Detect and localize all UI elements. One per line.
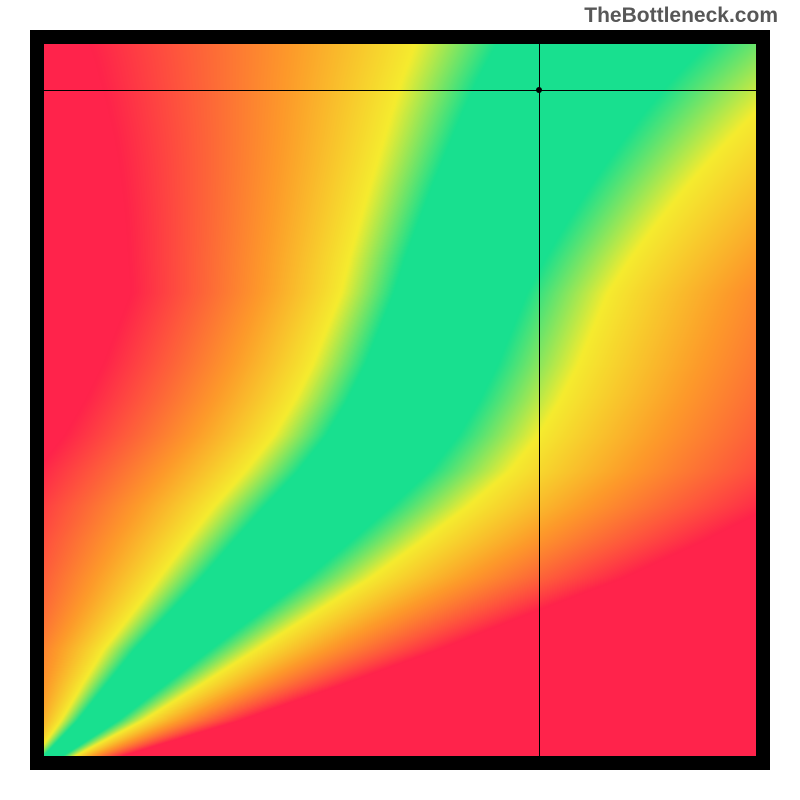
plot-area: [44, 44, 756, 756]
crosshair-horizontal: [44, 90, 756, 91]
chart-frame: [30, 30, 770, 770]
chart-container: TheBottleneck.com: [0, 0, 800, 800]
watermark-text: TheBottleneck.com: [584, 4, 778, 28]
crosshair-vertical: [539, 44, 540, 756]
heatmap-canvas: [44, 44, 756, 756]
marker-dot: [536, 87, 542, 93]
